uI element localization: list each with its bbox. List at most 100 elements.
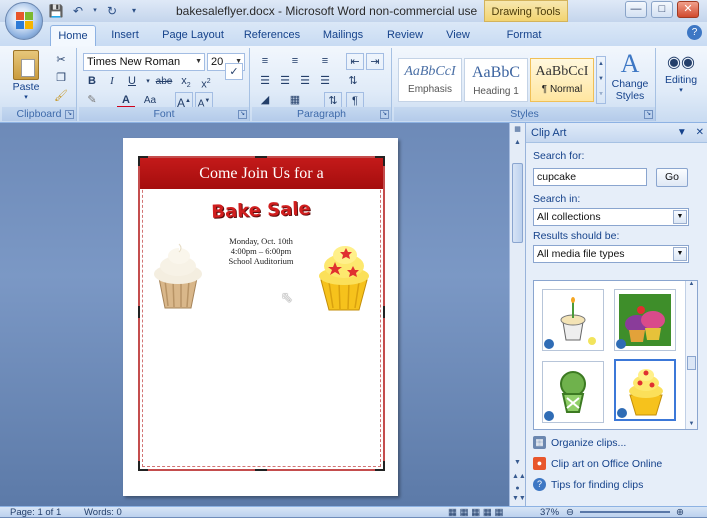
justify-icon[interactable]: ☰ xyxy=(316,73,334,90)
clip-scroll-thumb[interactable] xyxy=(687,356,696,370)
cut-icon[interactable]: ✂ xyxy=(52,52,70,69)
handle-top-left-v[interactable] xyxy=(138,156,140,166)
increase-indent-icon[interactable]: ⇥ xyxy=(366,53,384,70)
tab-references[interactable]: References xyxy=(242,25,302,46)
style-normal-sample: AaBbCcI xyxy=(535,64,589,79)
word-count-status[interactable]: Words: 0 xyxy=(84,507,122,518)
scroll-up-icon[interactable]: ▲ xyxy=(512,139,523,151)
zoom-slider[interactable] xyxy=(580,511,670,513)
flyer-banner[interactable]: Come Join Us for a xyxy=(140,158,383,189)
styles-launcher-icon[interactable]: ↘ xyxy=(644,110,653,119)
zoom-level[interactable]: 37% xyxy=(540,507,559,518)
align-center-icon[interactable]: ☰ xyxy=(276,73,294,90)
pane-close-icon[interactable]: ✕ xyxy=(696,127,704,138)
help-icon[interactable]: ? xyxy=(687,25,702,40)
search-in-select[interactable]: All collections ▼ xyxy=(533,208,689,226)
minimize-button[interactable]: — xyxy=(625,1,647,18)
style-normal[interactable]: AaBbCcI ¶ Normal xyxy=(530,58,594,102)
font-name-combo[interactable]: Times New Roman ▼ xyxy=(83,53,205,71)
font-size-value: 20 xyxy=(211,56,224,68)
office-button[interactable] xyxy=(5,2,43,40)
view-buttons[interactable]: ▦ ▦ ▦ ▦ ▦ xyxy=(448,507,503,518)
strikethrough-icon[interactable]: abe xyxy=(155,73,173,90)
clip-results-scrollbar[interactable]: ▲ ▼ xyxy=(685,281,697,429)
results-type-label: Results should be: xyxy=(533,230,620,242)
clip-art-online-link[interactable]: ● Clip art on Office Online xyxy=(533,457,662,470)
tab-review[interactable]: Review xyxy=(384,25,426,46)
tips-finding-clips-link[interactable]: ? Tips for finding clips xyxy=(533,478,643,491)
clip-result-cupcakes-green[interactable] xyxy=(614,289,676,351)
handle-bottom-right-v[interactable] xyxy=(383,461,385,471)
paste-button[interactable]: Paste ▾ xyxy=(8,50,44,101)
customize-qat-icon[interactable]: ▾ xyxy=(126,3,142,19)
clipboard-launcher-icon[interactable]: ↘ xyxy=(65,110,74,119)
superscript-icon[interactable]: x2 xyxy=(197,73,215,91)
paragraph-launcher-icon[interactable]: ↘ xyxy=(380,110,389,119)
undo-dropdown-icon[interactable]: ▾ xyxy=(92,3,98,19)
editing-button[interactable]: ◉◉ Editing ▾ xyxy=(660,52,702,94)
clip-scroll-up-icon[interactable]: ▲ xyxy=(686,281,697,287)
redo-icon[interactable]: ↻ xyxy=(104,3,120,19)
align-left-icon[interactable]: ☰ xyxy=(256,73,274,90)
undo-icon[interactable]: ↶ xyxy=(70,3,86,19)
maximize-button[interactable]: □ xyxy=(651,1,673,18)
bullets-icon[interactable]: ≡ xyxy=(256,53,274,70)
handle-bottom-left-v[interactable] xyxy=(138,461,140,471)
go-button[interactable]: Go xyxy=(656,168,688,187)
document-page[interactable]: Come Join Us for a Bake Sale Monday, Oct… xyxy=(123,138,398,496)
document-vertical-scrollbar[interactable]: ▦ ▲ ▼ ▲▲ ● ▼▼ xyxy=(509,123,526,506)
tab-mailings[interactable]: Mailings xyxy=(318,25,368,46)
search-for-input[interactable]: cupcake xyxy=(533,168,647,186)
page-count-status[interactable]: Page: 1 of 1 xyxy=(10,507,61,518)
clear-formatting-icon[interactable]: ✓ xyxy=(225,63,243,80)
cupcake-left-image[interactable] xyxy=(151,242,205,312)
tab-format[interactable]: Format xyxy=(502,25,546,46)
style-emphasis[interactable]: AaBbCcI Emphasis xyxy=(398,58,462,102)
line-spacing-icon[interactable]: ⇅ xyxy=(344,73,362,90)
change-styles-button[interactable]: A Change Styles xyxy=(608,50,652,103)
format-painter-icon[interactable]: 🖌 xyxy=(52,88,70,105)
zoom-in-icon[interactable]: ⊕ xyxy=(676,507,684,518)
handle-bottom-mid[interactable] xyxy=(255,469,267,471)
style-heading1[interactable]: AaBbC Heading 1 xyxy=(464,58,528,102)
tab-view[interactable]: View xyxy=(442,25,474,46)
drawing-tools-tab[interactable]: Drawing Tools xyxy=(484,0,568,22)
close-button[interactable]: ✕ xyxy=(677,1,699,18)
tab-page-layout[interactable]: Page Layout xyxy=(160,25,226,46)
ruler-toggle-icon[interactable]: ▦ xyxy=(512,125,523,137)
save-icon[interactable]: 💾 xyxy=(48,3,64,19)
handle-top-right-v[interactable] xyxy=(383,156,385,166)
handle-mid-left[interactable] xyxy=(138,306,140,318)
pane-options-icon[interactable]: ▼ xyxy=(677,127,687,138)
tab-insert[interactable]: Insert xyxy=(104,25,146,46)
paragraph-group: ≡ ≡ ≡ ⇤ ⇥ ☰ ☰ ☰ ☰ ⇅ ◢ ▦ ⇅ ¶ Paragraph ↘ xyxy=(252,48,392,121)
organize-clips-link[interactable]: ▦ Organize clips... xyxy=(533,436,626,449)
styles-gallery-scroll[interactable]: ▲ ▼ ▿ xyxy=(596,56,606,104)
copy-icon[interactable]: ❐ xyxy=(52,70,70,87)
cupcake-right-image[interactable] xyxy=(315,242,373,314)
zoom-out-icon[interactable]: ⊖ xyxy=(566,507,574,518)
numbering-icon[interactable]: ≡ xyxy=(286,53,304,70)
clip-result-cupcake-yellow[interactable] xyxy=(614,359,676,421)
clip-scroll-down-icon[interactable]: ▼ xyxy=(686,421,697,427)
bold-icon[interactable]: B xyxy=(83,73,101,90)
tab-home[interactable]: Home xyxy=(50,25,96,46)
clip-result-cupcake-candle[interactable] xyxy=(542,289,604,351)
font-name-dropdown-icon: ▼ xyxy=(195,58,202,65)
editing-label: Editing xyxy=(664,74,698,86)
flyer-details[interactable]: Monday, Oct. 10th 4:00pm – 6:00pm School… xyxy=(213,236,309,266)
scroll-down-icon[interactable]: ▼ xyxy=(512,459,523,471)
document-scroll-thumb[interactable] xyxy=(512,163,523,243)
align-right-icon[interactable]: ☰ xyxy=(296,73,314,90)
multilevel-list-icon[interactable]: ≡ xyxy=(316,53,334,70)
handle-top-mid[interactable] xyxy=(255,156,267,158)
decrease-indent-icon[interactable]: ⇤ xyxy=(346,53,364,70)
help-tips-icon: ? xyxy=(533,478,546,491)
handle-mid-right[interactable] xyxy=(383,306,385,318)
font-launcher-icon[interactable]: ↘ xyxy=(238,110,247,119)
clip-result-cupcake-outline[interactable] xyxy=(542,361,604,423)
results-type-select[interactable]: All media file types ▼ xyxy=(533,245,689,263)
subscript-icon[interactable]: x2 xyxy=(177,73,195,90)
previous-page-icon[interactable]: ▲▲ xyxy=(512,473,526,485)
italic-icon[interactable]: I xyxy=(103,73,121,90)
